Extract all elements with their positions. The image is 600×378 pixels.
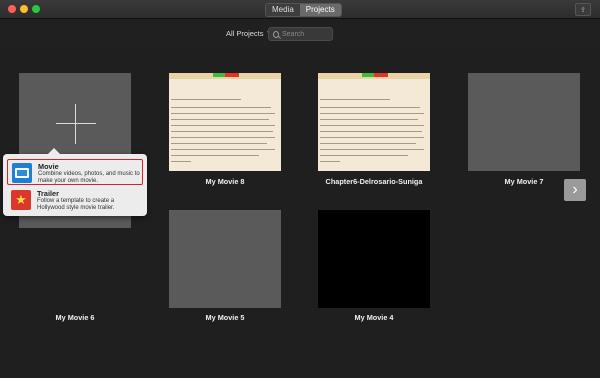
text-line xyxy=(171,99,241,100)
project-thumbnail[interactable] xyxy=(318,73,430,171)
project-name: My Movie 8 xyxy=(205,177,245,186)
text-line xyxy=(320,99,390,100)
tab-projects[interactable]: Projects xyxy=(299,4,341,16)
share-button[interactable]: ⇪ xyxy=(575,3,591,16)
text-line xyxy=(320,161,340,162)
project-thumbnail[interactable] xyxy=(468,73,580,171)
text-line xyxy=(320,155,408,156)
movie-title: Movie xyxy=(38,162,59,171)
search-field[interactable] xyxy=(268,27,333,41)
text-line xyxy=(171,107,271,108)
trailer-description: Follow a template to create a Hollywood … xyxy=(37,198,115,211)
new-trailer-option[interactable]: ★ Trailer Follow a template to create a … xyxy=(7,187,143,213)
text-line xyxy=(171,119,269,120)
movie-description: Combine videos, photos, and music to mak… xyxy=(38,171,140,184)
search-icon xyxy=(273,30,279,38)
chevron-right-icon: › xyxy=(572,181,578,198)
project-name: My Movie 4 xyxy=(354,313,394,322)
text-line xyxy=(171,143,267,144)
next-page-button[interactable]: › xyxy=(564,179,586,201)
text-line xyxy=(171,161,191,162)
text-line xyxy=(171,155,259,156)
color-marker xyxy=(362,73,374,77)
zoom-window-button[interactable] xyxy=(32,5,40,13)
project-name: Chapter6-Delrosario-Suniga xyxy=(325,177,423,186)
project-name: My Movie 6 xyxy=(55,313,95,322)
tab-media[interactable]: Media xyxy=(266,4,300,16)
text-line xyxy=(171,137,275,138)
all-projects-filter[interactable]: All Projects ⌃ xyxy=(226,29,272,38)
filter-label: All Projects xyxy=(226,29,264,38)
new-movie-option[interactable]: Movie Combine videos, photos, and music … xyxy=(7,159,143,185)
text-line xyxy=(320,113,424,114)
project-thumbnail[interactable] xyxy=(169,73,281,171)
title-bar: Media Projects ⇪ xyxy=(0,0,600,19)
text-line xyxy=(320,143,416,144)
text-line xyxy=(320,119,418,120)
close-window-button[interactable] xyxy=(8,5,16,13)
text-line xyxy=(171,131,273,132)
text-line xyxy=(320,125,424,126)
popover-arrow xyxy=(48,148,60,154)
project-thumbnail[interactable] xyxy=(318,210,430,308)
movie-icon xyxy=(12,163,32,183)
projects-toolbar: All Projects ⌃ xyxy=(0,19,600,49)
color-marker xyxy=(225,73,239,77)
project-name: My Movie 5 xyxy=(205,313,245,322)
view-switcher: Media Projects xyxy=(265,3,342,17)
text-line xyxy=(320,149,424,150)
text-line xyxy=(171,149,275,150)
color-marker xyxy=(374,73,388,77)
trailer-title: Trailer xyxy=(37,189,59,198)
plus-icon-stroke xyxy=(75,104,76,144)
new-project-popover: Movie Combine videos, photos, and music … xyxy=(3,148,147,216)
share-icon: ⇪ xyxy=(580,6,586,14)
trailer-icon: ★ xyxy=(11,190,31,210)
plus-icon xyxy=(56,123,96,124)
project-thumbnail[interactable] xyxy=(169,210,281,308)
text-line xyxy=(320,137,424,138)
search-input[interactable] xyxy=(282,30,332,38)
text-line xyxy=(320,107,420,108)
minimize-window-button[interactable] xyxy=(20,5,28,13)
color-marker xyxy=(213,73,225,77)
text-line xyxy=(320,131,422,132)
text-line xyxy=(171,125,275,126)
text-line xyxy=(171,113,275,114)
